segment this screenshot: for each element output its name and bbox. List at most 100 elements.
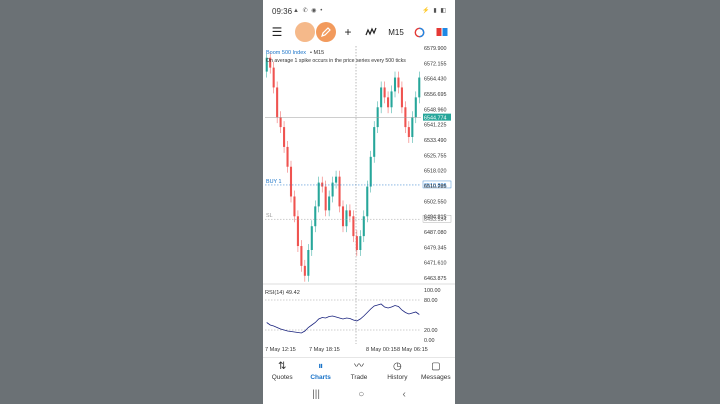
chart-symbol: Boom 500 Index [266,50,306,56]
candle [328,196,331,211]
chart-description: On average 1 spike occurs in the price s… [266,58,406,64]
crosshair-icon[interactable]: + [340,22,356,42]
candle [321,182,324,187]
rsi-axis-label: 20.00 [424,328,438,334]
candle [387,97,390,108]
price-axis-label: 6541.225 [424,123,446,129]
candle [348,210,351,217]
candle [366,186,369,217]
timeframe-button[interactable]: M15 [387,22,405,42]
price-axis-label: 6494.815 [424,215,446,221]
notification-icons: ▲ ✆ ◉ • [293,8,324,14]
candle [341,206,345,227]
candle [376,107,379,128]
indicator-wave-icon [365,27,377,36]
back-icon[interactable]: ‹ [403,389,406,400]
candle [317,182,320,207]
price-axis-label: 6525.755 [424,153,446,159]
candle [359,236,362,250]
price-axis-label: 6579.900 [424,46,446,52]
phone-screen: 09:36 ▲ ✆ ◉ • ⚡ ▮ ◧ ☰ + M15 6544.774 BUY… [263,0,455,404]
candle [404,107,407,128]
candle [338,176,341,207]
nav-charts-label: Charts [310,374,331,381]
candle [303,265,306,276]
candle [289,166,293,197]
objects-button[interactable] [295,22,315,42]
trade-panel-icon-shape [436,28,448,36]
status-time: 09:36 [272,7,293,16]
price-axis-label: 6556.695 [424,92,446,98]
candle [369,156,372,187]
candle [283,127,286,147]
candle [411,117,414,138]
candle [373,127,376,157]
candle [335,176,338,183]
price-axis-label: 6471.610 [424,261,446,267]
chart-type-icon-shape [414,27,424,37]
rsi-label: RSI(14) 49.42 [265,290,300,296]
candle [314,206,317,227]
price-axis-label: 6572.155 [424,61,446,67]
nav-charts[interactable]: ⏸ Charts [301,358,339,384]
system-status-icons: ⚡ ▮ ◧ [422,8,447,14]
price-axis-label: 6533.490 [424,138,446,144]
candle [293,196,296,217]
candle [272,67,275,88]
price-axis-label: 6548.960 [424,107,446,113]
current-price-label: 6544.774 [424,116,446,122]
indicators-icon[interactable] [363,22,379,42]
system-navigation: ||| ○ ‹ [263,384,455,404]
status-bar: 09:36 ▲ ✆ ◉ • ⚡ ▮ ◧ [263,0,455,22]
rsi-axis-label: 80.00 [424,298,438,304]
history-icon: ◷ [393,361,402,372]
chart-type-icon[interactable] [413,22,425,42]
charts-icon: ⏸ [318,361,324,372]
nav-trade-label: Trade [350,374,368,381]
candle [380,87,383,108]
trade-panel-icon[interactable] [435,22,449,42]
price-chart[interactable]: 6544.774 BUY 1 6510.806 SL 6493.534 RSI(14) … [263,44,455,357]
candle [345,210,348,227]
home-icon[interactable]: ○ [358,389,364,400]
candle [286,146,289,167]
candle [397,77,400,88]
candle [296,216,299,247]
nav-messages-label: Messages [421,374,451,381]
chart-canvas[interactable]: 6544.774BUY 16510.806SL6493.534 RSI(14) … [263,44,455,357]
stop-loss-label: SL [266,213,273,219]
candle [355,236,358,250]
time-axis-label: 7 May 12:15 [265,347,296,353]
price-axis-label: 6518.020 [424,169,446,175]
nav-trade[interactable]: 〰 Trade [340,358,378,384]
nav-messages[interactable]: ▢ Messages [417,358,455,384]
nav-quotes-label: Quotes [271,374,293,381]
buy-order-label: BUY 1 [266,179,281,185]
recent-apps-icon[interactable]: ||| [312,389,320,400]
candle [390,91,393,108]
nav-history[interactable]: ◷ History [378,358,416,384]
candle [414,97,417,118]
pencil-icon [321,27,331,37]
rsi-axis-label: 0.00 [424,338,435,344]
candle [331,182,334,197]
nav-quotes[interactable]: ⇅ Quotes [263,358,301,384]
candle [393,77,397,92]
candle [407,127,410,138]
bottom-navigation: ⇅ Quotes ⏸ Charts 〰 Trade ◷ History ▢ Me… [263,357,455,384]
messages-icon: ▢ [431,361,441,372]
candle [324,186,327,211]
menu-icon[interactable]: ☰ [269,22,285,42]
candle [310,226,313,250]
rsi-line [266,303,420,334]
draw-tools-button[interactable] [316,22,336,42]
rsi-axis-label: 100.00 [424,288,441,294]
candle [276,87,279,118]
time-axis-label: 8 May 06:15 [397,347,428,353]
price-axis-label: 6502.550 [424,199,446,205]
chart-toolbar: ☰ + M15 [263,20,455,44]
price-axis-label: 6564.430 [424,77,446,83]
candle [279,117,282,128]
candle [400,87,403,108]
time-axis-label: 8 May 00:15 [366,347,397,353]
